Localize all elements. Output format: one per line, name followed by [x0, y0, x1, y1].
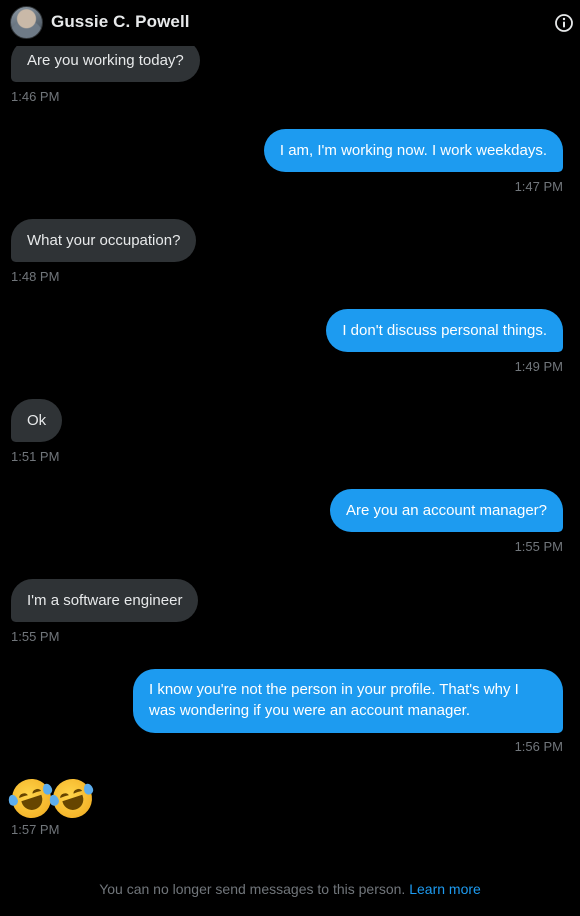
info-icon [555, 14, 573, 32]
message-thread: Are you working today? 1:46 PM I am, I'm… [0, 0, 580, 916]
message-bubble-incoming[interactable]: What your occupation? [11, 219, 197, 262]
message-bubble-outgoing[interactable]: I know you're not the person in your pro… [133, 669, 563, 733]
notice-text: You can no longer send messages to this … [99, 881, 406, 897]
message-bubble-incoming[interactable]: Ok [11, 399, 63, 442]
message-emoji-only[interactable] [6, 773, 98, 824]
message-bubble-outgoing[interactable]: Are you an account manager? [330, 489, 563, 532]
info-button[interactable] [554, 13, 574, 33]
message-bubble-outgoing[interactable]: I am, I'm working now. I work weekdays. [263, 129, 563, 172]
learn-more-link[interactable]: Learn more [409, 881, 481, 897]
message-bubble-outgoing[interactable]: I don't discuss personal things. [326, 309, 563, 352]
message-timestamp: 1:57 PM [11, 822, 60, 837]
message-timestamp: 1:56 PM [514, 739, 563, 754]
contact-name[interactable]: Gussie C. Powell [51, 12, 190, 32]
message-timestamp: 1:51 PM [11, 449, 60, 464]
message-timestamp: 1:47 PM [514, 179, 563, 194]
message-timestamp: 1:49 PM [514, 359, 563, 374]
message-timestamp: 1:55 PM [11, 629, 60, 644]
message-timestamp: 1:46 PM [11, 89, 60, 104]
avatar[interactable] [10, 6, 43, 39]
message-timestamp: 1:48 PM [11, 269, 60, 284]
rolling-on-floor-laughing-emoji [47, 773, 98, 824]
message-bubble-incoming[interactable]: I'm a software engineer [11, 579, 199, 622]
conversation-closed-notice: You can no longer send messages to this … [0, 881, 580, 897]
message-timestamp: 1:55 PM [514, 539, 563, 554]
conversation-header: Gussie C. Powell [0, 0, 580, 46]
